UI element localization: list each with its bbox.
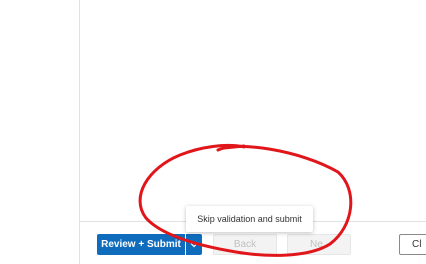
chevron-down-icon bbox=[190, 242, 198, 247]
left-panel-divider bbox=[79, 0, 80, 264]
submit-options-dropdown-button[interactable] bbox=[186, 234, 202, 255]
review-submit-button[interactable]: Review + Submit bbox=[97, 234, 185, 255]
skip-validation-tooltip[interactable]: Skip validation and submit bbox=[186, 206, 313, 232]
close-button[interactable]: Cl bbox=[399, 234, 426, 255]
next-button[interactable]: Ne bbox=[287, 234, 351, 255]
back-button[interactable]: Back bbox=[213, 234, 277, 255]
